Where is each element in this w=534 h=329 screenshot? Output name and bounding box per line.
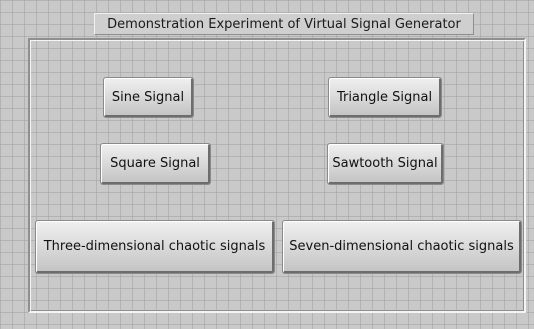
sine-signal-button[interactable]: Sine Signal: [103, 77, 194, 118]
seven-dimensional-chaotic-signals-button[interactable]: Seven-dimensional chaotic signals: [282, 220, 522, 274]
square-signal-button[interactable]: Square Signal: [100, 143, 211, 185]
panel-title: Demonstration Experiment of Virtual Sign…: [94, 13, 474, 35]
three-dimensional-chaotic-signals-button[interactable]: Three-dimensional chaotic signals: [35, 220, 275, 274]
front-panel: Demonstration Experiment of Virtual Sign…: [0, 0, 534, 329]
sawtooth-signal-button[interactable]: Sawtooth Signal: [327, 143, 444, 185]
triangle-signal-button[interactable]: Triangle Signal: [328, 77, 442, 118]
